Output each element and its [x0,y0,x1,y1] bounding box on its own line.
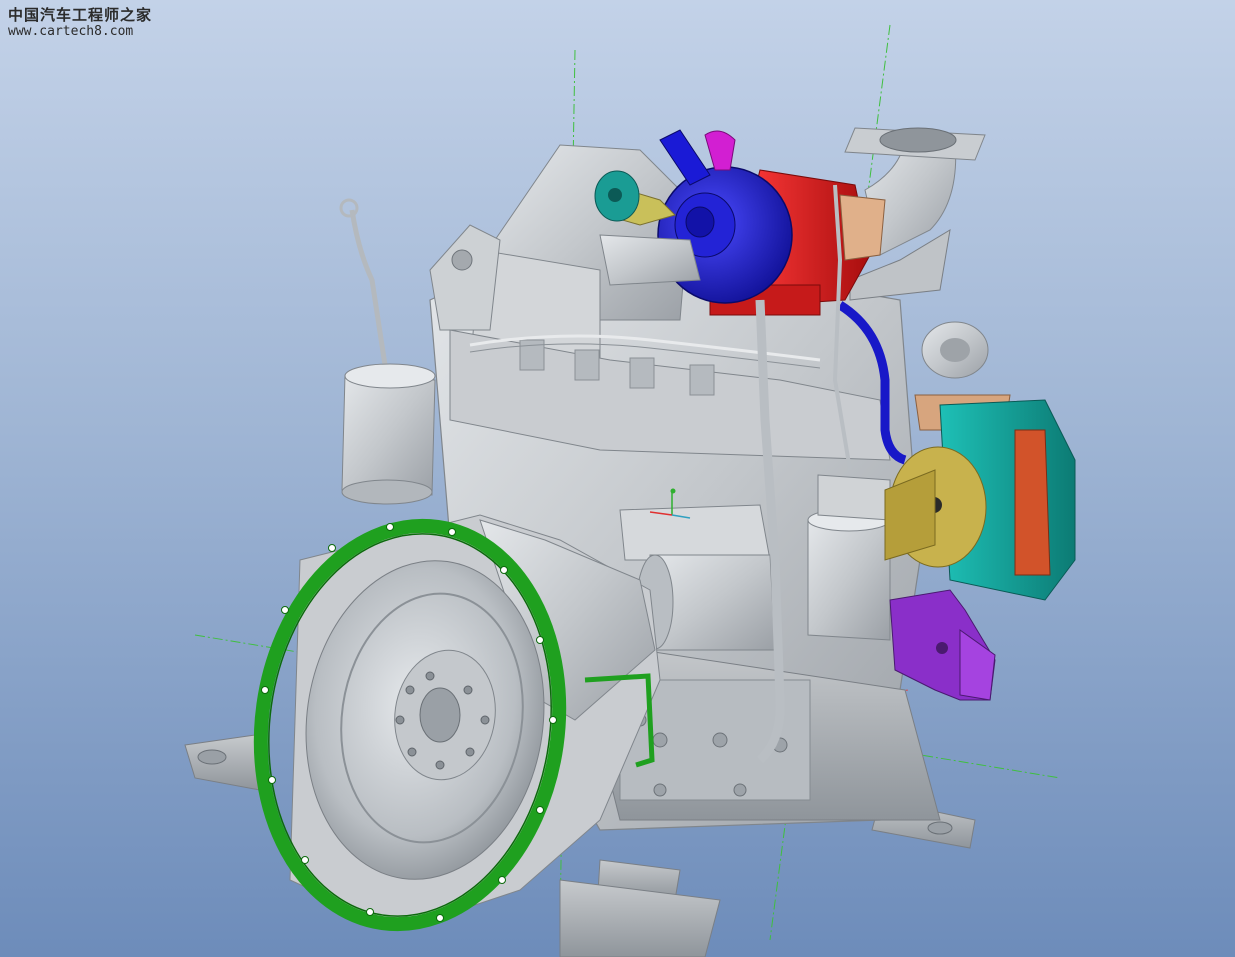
turbocharger [657,129,886,316]
engine-model-scene[interactable] [0,0,1235,957]
watermark-url: www.cartech8.com [8,24,134,39]
cad-viewport[interactable]: 中国汽车工程师之家 www.cartech8.com [0,0,1235,957]
fuel-filter-right [807,474,891,641]
thermostat-housing [921,321,989,379]
watermark-site-name: 中国汽车工程师之家 [8,6,153,24]
fuel-filter-left [341,363,436,505]
air-intake-pipe [599,234,701,286]
water-pump [889,589,996,701]
dipstick [339,198,388,366]
site-watermark: 中国汽车工程师之家 www.cartech8.com [8,6,152,40]
